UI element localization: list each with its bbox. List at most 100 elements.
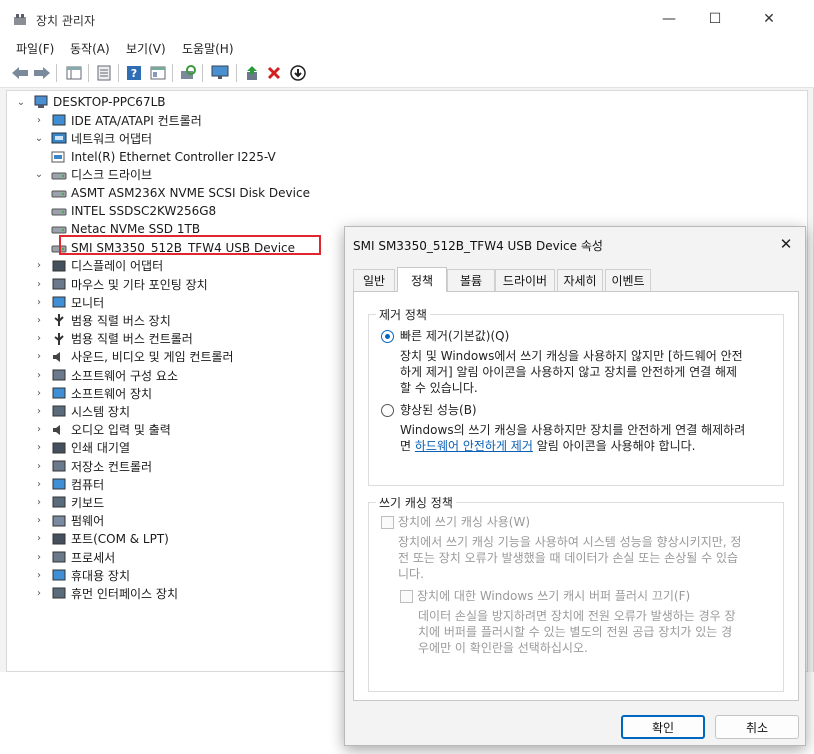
chevron-right-icon[interactable]: ›	[33, 278, 45, 290]
tree-category[interactable]: › 소프트웨어 구성 요소	[33, 366, 178, 384]
menu-bar: 파일(F) 동작(A) 보기(V) 도움말(H)	[0, 38, 814, 58]
chevron-right-icon[interactable]: ›	[33, 496, 45, 508]
menu-help[interactable]: 도움말(H)	[182, 40, 234, 57]
chevron-right-icon[interactable]: ›	[33, 351, 45, 363]
flush-buffer-checkbox[interactable]	[400, 590, 413, 603]
tree-category[interactable]: › 휴대용 장치	[33, 566, 130, 584]
maximize-button[interactable]: ☐	[692, 0, 738, 38]
tree-category[interactable]: › 저장소 컨트롤러	[33, 457, 152, 475]
tree-category[interactable]: › 범용 직렬 버스 장치	[33, 311, 171, 329]
tree-category[interactable]: › 키보드	[33, 493, 104, 511]
monitor-icon[interactable]	[210, 63, 230, 83]
tree-item-label: Intel(R) Ethernet Controller I225-V	[71, 149, 276, 164]
cancel-button[interactable]: 취소	[715, 715, 799, 739]
flush-buffer-label[interactable]: 장치에 대한 Windows 쓰기 캐시 버퍼 플러시 끄기(F)	[417, 588, 690, 604]
better-performance-radio[interactable]	[381, 404, 394, 417]
chevron-right-icon[interactable]: ›	[33, 369, 45, 381]
tree-category[interactable]: › 디스플레이 어댑터	[33, 257, 163, 275]
tree-category[interactable]: › 마우스 및 기타 포인팅 장치	[33, 275, 208, 293]
tree-category[interactable]: › 모니터	[33, 293, 104, 311]
tree-root[interactable]: ⌄ DESKTOP-PPC67LB	[15, 93, 166, 111]
tree-category[interactable]: › 컴퓨터	[33, 475, 104, 493]
tree-category[interactable]: › 포트(COM & LPT)	[33, 530, 169, 548]
flush-buffer-desc-1: 데이터 손실을 방지하려면 장치에 전원 오류가 발생하는 경우 장	[418, 609, 736, 623]
ok-button[interactable]: 확인	[621, 715, 705, 739]
chevron-down-icon[interactable]: ⌄	[33, 132, 45, 144]
quick-removal-radio[interactable]	[381, 330, 394, 343]
chevron-right-icon[interactable]: ›	[33, 260, 45, 272]
tree-category[interactable]: › 인쇄 대기열	[33, 439, 130, 457]
chevron-right-icon[interactable]: ›	[33, 296, 45, 308]
tree-device[interactable]: Intel(R) Ethernet Controller I225-V	[51, 148, 276, 166]
update-driver-icon[interactable]	[242, 63, 262, 83]
back-arrow-icon[interactable]	[10, 63, 30, 83]
menu-action[interactable]: 동작(A)	[70, 40, 110, 57]
list-view-icon[interactable]	[94, 63, 114, 83]
chevron-down-icon[interactable]: ⌄	[33, 169, 45, 181]
tree-category[interactable]: › IDE ATA/ATAPI 컨트롤러	[33, 111, 202, 129]
tab-driver[interactable]: 드라이버	[495, 269, 555, 291]
properties-grid-icon[interactable]	[64, 63, 84, 83]
chevron-down-icon[interactable]: ⌄	[15, 96, 27, 108]
tree-category[interactable]: › 오디오 입력 및 출력	[33, 421, 171, 439]
tree-category[interactable]: › 소프트웨어 장치	[33, 384, 152, 402]
minimize-button[interactable]: —	[646, 0, 692, 38]
scan-hardware-icon[interactable]	[178, 63, 198, 83]
chevron-right-icon[interactable]: ›	[33, 569, 45, 581]
tree-category[interactable]: › 시스템 장치	[33, 402, 130, 420]
speaker-icon	[51, 350, 67, 364]
chevron-right-icon[interactable]: ›	[33, 114, 45, 126]
tree-item-label: IDE ATA/ATAPI 컨트롤러	[71, 113, 202, 128]
tree-category[interactable]: ⌄ 네트워크 어댑터	[33, 129, 152, 147]
tab-details[interactable]: 자세히	[557, 269, 603, 291]
disable-download-icon[interactable]	[288, 63, 308, 83]
tree-category[interactable]: › 범용 직렬 버스 컨트롤러	[33, 330, 193, 348]
chevron-right-icon[interactable]: ›	[33, 478, 45, 490]
enable-write-caching-checkbox[interactable]	[381, 516, 394, 529]
tree-item-label: 포트(COM & LPT)	[71, 532, 169, 547]
quick-removal-label[interactable]: 빠른 제거(기본값)(Q)	[400, 328, 509, 344]
safely-remove-link[interactable]: 하드웨어 안전하게 제거	[415, 439, 533, 453]
enable-write-caching-label[interactable]: 장치에 쓰기 캐싱 사용(W)	[398, 514, 530, 530]
menu-view[interactable]: 보기(V)	[126, 40, 166, 57]
tab-general[interactable]: 일반	[353, 269, 395, 291]
disk-drive-icon	[51, 204, 67, 218]
tree-category[interactable]: › 사운드, 비디오 및 게임 컨트롤러	[33, 348, 234, 366]
tree-category[interactable]: ⌄ 디스크 드라이브	[33, 166, 152, 184]
tree-device[interactable]: INTEL SSDSC2KW256G8	[51, 202, 216, 220]
chevron-right-icon[interactable]: ›	[33, 442, 45, 454]
tab-policy[interactable]: 정책	[397, 267, 447, 292]
close-button[interactable]: ✕	[746, 0, 792, 38]
monitor-icon	[51, 295, 67, 309]
tree-item-label: DESKTOP-PPC67LB	[53, 95, 166, 109]
help-icon[interactable]: ?	[124, 63, 144, 83]
tab-volume[interactable]: 볼륨	[447, 269, 495, 291]
chevron-right-icon[interactable]: ›	[33, 424, 45, 436]
tree-category[interactable]: › 휴먼 인터페이스 장치	[33, 584, 178, 602]
better-performance-label[interactable]: 향상된 성능(B)	[400, 402, 477, 418]
forward-arrow-icon[interactable]	[32, 63, 52, 83]
window-title: 장치 관리자	[36, 14, 96, 28]
chevron-right-icon[interactable]: ›	[33, 551, 45, 563]
chevron-right-icon[interactable]: ›	[33, 387, 45, 399]
menu-file[interactable]: 파일(F)	[16, 40, 54, 57]
uninstall-x-icon[interactable]	[264, 63, 284, 83]
chevron-right-icon[interactable]: ›	[33, 533, 45, 545]
tree-item-label: 저장소 컨트롤러	[71, 459, 153, 474]
tree-item-label: 소프트웨어 장치	[71, 386, 153, 401]
dialog-close-button[interactable]: ✕	[771, 231, 801, 257]
chevron-right-icon[interactable]: ›	[33, 587, 45, 599]
chevron-right-icon[interactable]: ›	[33, 333, 45, 345]
details-icon[interactable]	[148, 63, 168, 83]
chevron-right-icon[interactable]: ›	[33, 515, 45, 527]
chevron-right-icon[interactable]: ›	[33, 314, 45, 326]
chevron-right-icon[interactable]: ›	[33, 460, 45, 472]
port-icon	[51, 532, 67, 546]
chevron-right-icon[interactable]: ›	[33, 405, 45, 417]
tree-device[interactable]: ASMT ASM236X NVME SCSI Disk Device	[51, 184, 310, 202]
tree-category[interactable]: › 펌웨어	[33, 512, 104, 530]
tree-item-label: INTEL SSDSC2KW256G8	[71, 204, 217, 219]
tree-category[interactable]: › 프로세서	[33, 548, 115, 566]
device-manager-icon	[12, 12, 28, 28]
tab-events[interactable]: 이벤트	[605, 269, 651, 291]
